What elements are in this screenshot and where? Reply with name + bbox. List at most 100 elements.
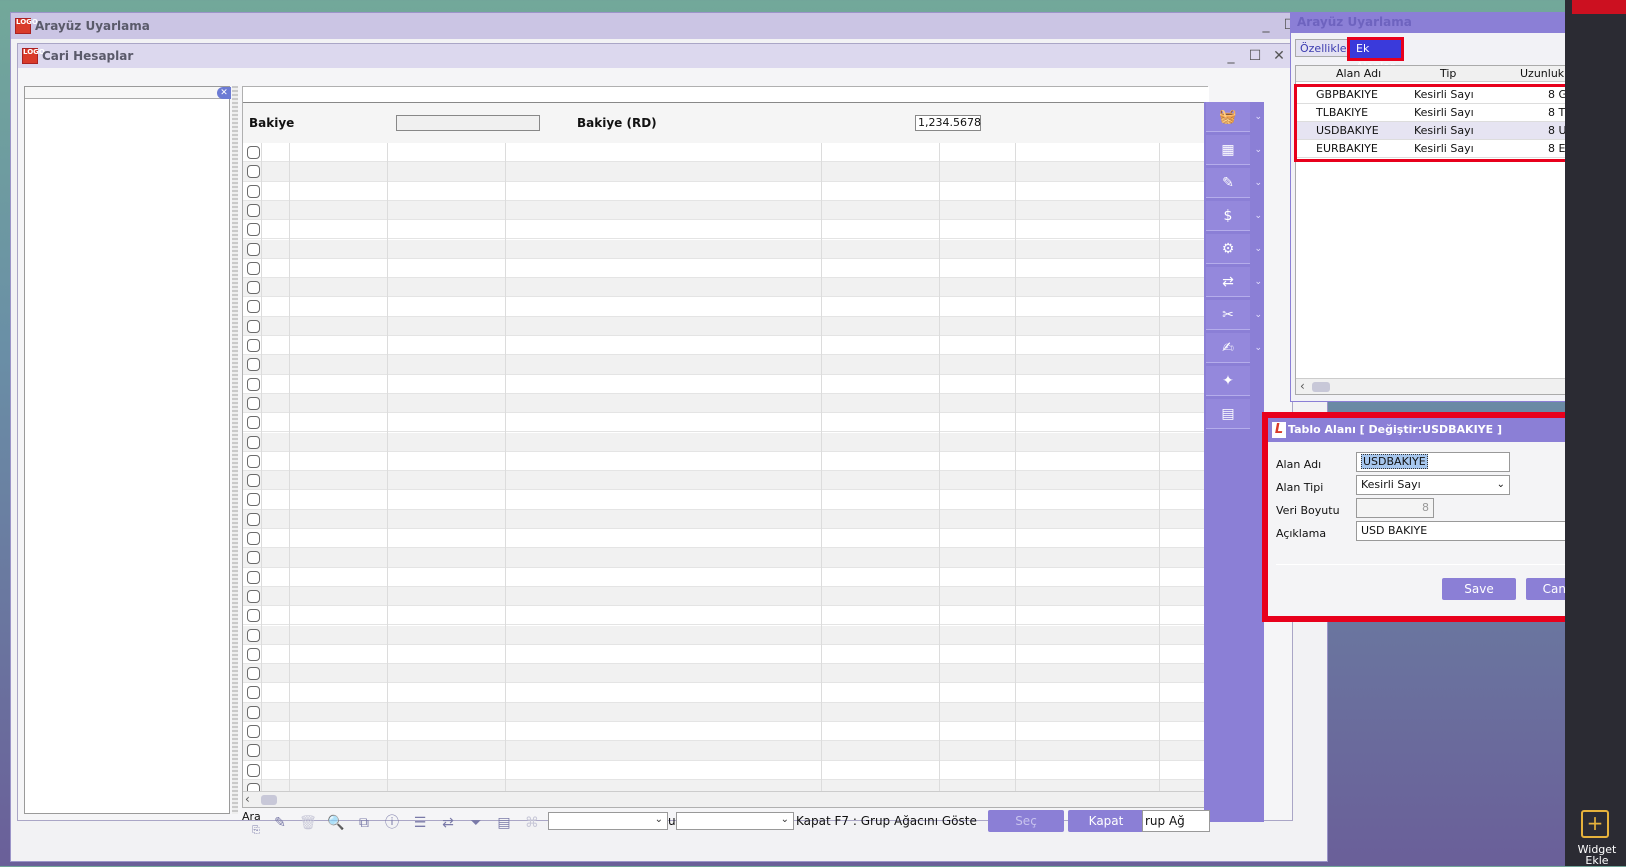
widget-label[interactable]: Widget Ekle: [1568, 844, 1626, 866]
row-checkbox[interactable]: [247, 512, 260, 526]
splitter-handle[interactable]: [232, 86, 238, 814]
save-button[interactable]: Save: [1442, 578, 1516, 600]
grid-horizontal-scrollbar[interactable]: ‹: [243, 791, 1209, 807]
maximize-icon[interactable]: ☐: [1246, 47, 1264, 65]
magic-wand-icon[interactable]: ✦: [1206, 366, 1250, 396]
list-icon[interactable]: ☰: [410, 814, 430, 832]
group-tree-panel[interactable]: ✕: [24, 86, 231, 814]
tab-ek-alanlar[interactable]: Ek Alanlar: [1347, 37, 1404, 73]
row-checkbox[interactable]: [247, 377, 260, 391]
row-checkbox[interactable]: [247, 203, 260, 217]
logo-icon: L: [1272, 422, 1286, 438]
dialog-title: Tablo Alanı [ Değiştir:USDBAKIYE ]: [1288, 423, 1503, 436]
scroll-left-icon[interactable]: ‹: [1300, 379, 1305, 393]
row-checkbox[interactable]: [247, 146, 260, 159]
copy-small-icon[interactable]: ⎘: [246, 822, 266, 840]
row-checkbox[interactable]: [247, 782, 260, 791]
row-checkbox[interactable]: [247, 705, 260, 719]
tag-icon[interactable]: ⌘: [522, 814, 542, 832]
search-mode-select[interactable]: ⌄: [676, 812, 794, 830]
row-checkbox[interactable]: [247, 570, 260, 584]
delete-icon[interactable]: 🗑: [298, 814, 318, 832]
tools-icon[interactable]: ✂ ⌄: [1206, 300, 1262, 330]
filter-icon[interactable]: ⏷: [466, 814, 486, 832]
close-icon[interactable]: ✕: [1270, 47, 1288, 65]
row-checkbox[interactable]: [247, 396, 260, 410]
row-checkbox[interactable]: [247, 454, 260, 468]
row-checkbox[interactable]: [247, 686, 260, 700]
shortcut-hint: Kapat F7 : Grup Ağacını Göste: [796, 814, 977, 828]
close-panel-icon[interactable]: ✕: [217, 87, 231, 99]
row-checkbox[interactable]: [247, 261, 260, 275]
minimize-icon[interactable]: _: [1257, 16, 1275, 34]
form-icon[interactable]: ▤: [1206, 399, 1250, 429]
settings-print-icon[interactable]: ⚙ ⌄: [1206, 234, 1262, 264]
edit-document-icon[interactable]: ✎ ⌄: [1206, 168, 1262, 198]
column-header[interactable]: Tip: [1440, 66, 1456, 82]
notification-corner: [1572, 0, 1626, 14]
row-checkbox[interactable]: [247, 358, 260, 372]
row-checkbox[interactable]: [247, 667, 260, 681]
report-icon[interactable]: ▤: [494, 814, 514, 832]
info-icon[interactable]: ⓘ: [382, 814, 402, 832]
row-checkbox[interactable]: [247, 532, 260, 545]
veri-boyutu-input[interactable]: 8: [1356, 498, 1434, 518]
select-button[interactable]: Seç: [988, 810, 1064, 832]
outer-window: LOGO Arayüz Uyarlama _ ☐ ✕ LOGO Cari Hes…: [10, 12, 1328, 862]
bakiye-rd-label: Bakiye (RD): [577, 116, 657, 130]
aciklama-input[interactable]: USD BAKIYE: [1356, 521, 1596, 541]
chevron-down-icon: ⌄: [780, 814, 789, 825]
row-checkbox[interactable]: [247, 744, 260, 758]
money-document-icon[interactable]: $ ⌄: [1206, 201, 1262, 231]
row-checkbox[interactable]: [247, 474, 260, 488]
filter-input[interactable]: [243, 87, 1209, 103]
minimize-icon[interactable]: _: [1222, 47, 1240, 65]
calculator-icon[interactable]: ▦ ⌄: [1206, 135, 1262, 165]
transfer-icon[interactable]: ⇄ ⌄: [1206, 267, 1262, 297]
alan-adi-input[interactable]: USDBAKIYE: [1356, 452, 1510, 472]
row-checkbox[interactable]: [247, 589, 260, 603]
row-checkbox[interactable]: [247, 300, 260, 314]
row-checkbox[interactable]: [247, 165, 260, 179]
search-field-select[interactable]: ⌄: [548, 812, 668, 830]
alan-adi-label: Alan Adı: [1276, 458, 1322, 471]
scroll-thumb[interactable]: [1312, 382, 1330, 392]
row-checkbox[interactable]: [247, 416, 260, 430]
swap-icon[interactable]: ⇄: [438, 814, 458, 832]
outer-window-title: Arayüz Uyarlama: [35, 19, 150, 33]
outer-titlebar[interactable]: LOGO Arayüz Uyarlama _ ☐ ✕: [11, 13, 1327, 39]
signature-icon[interactable]: ✍ ⌄: [1206, 333, 1262, 363]
row-checkbox[interactable]: [247, 184, 260, 198]
basket-icon[interactable]: 🧺 ⌄: [1206, 102, 1262, 132]
row-checkbox[interactable]: [247, 493, 260, 507]
row-checkbox[interactable]: [247, 647, 260, 661]
column-header[interactable]: Uzunluk: [1520, 66, 1564, 82]
bakiye-label: Bakiye: [249, 116, 295, 130]
preview-icon[interactable]: 🔍: [326, 814, 346, 832]
row-checkbox[interactable]: [247, 223, 260, 237]
close-button[interactable]: Kapat: [1068, 810, 1144, 832]
row-checkbox[interactable]: [247, 609, 260, 623]
row-checkbox[interactable]: [247, 763, 260, 777]
edit-icon[interactable]: ✎: [270, 814, 290, 832]
row-checkbox[interactable]: [247, 725, 260, 738]
row-checkbox[interactable]: [247, 242, 260, 256]
column-header[interactable]: Alan Adı: [1336, 66, 1381, 82]
tree-filter-input[interactable]: [25, 87, 229, 99]
scroll-thumb[interactable]: [261, 795, 277, 805]
chevron-down-icon: ⌄: [1496, 479, 1505, 490]
bottom-bar: Ara ⎘ ✎ 🗑 🔍 ⧉ ⓘ ☰ ⇄ ⏷ ▤ ⌘ ⌄ u ⌄ Kapat F7…: [242, 810, 1210, 836]
row-checkbox[interactable]: [247, 435, 260, 449]
app-logo-icon: LOGO: [22, 48, 45, 64]
row-checkbox[interactable]: [247, 551, 260, 565]
add-widget-icon[interactable]: +: [1581, 810, 1609, 838]
row-checkbox[interactable]: [247, 339, 260, 352]
row-checkbox[interactable]: [247, 319, 260, 333]
inner-titlebar[interactable]: LOGO Cari Hesaplar _ ☐ ✕: [18, 44, 1292, 68]
alan-tipi-select[interactable]: Kesirli Sayı ⌄: [1356, 475, 1510, 495]
customization-title: Arayüz Uyarlama: [1297, 15, 1412, 29]
row-checkbox[interactable]: [247, 628, 260, 642]
copy-icon[interactable]: ⧉: [354, 814, 374, 832]
scroll-left-icon[interactable]: ‹: [245, 792, 250, 806]
row-checkbox[interactable]: [247, 281, 260, 295]
